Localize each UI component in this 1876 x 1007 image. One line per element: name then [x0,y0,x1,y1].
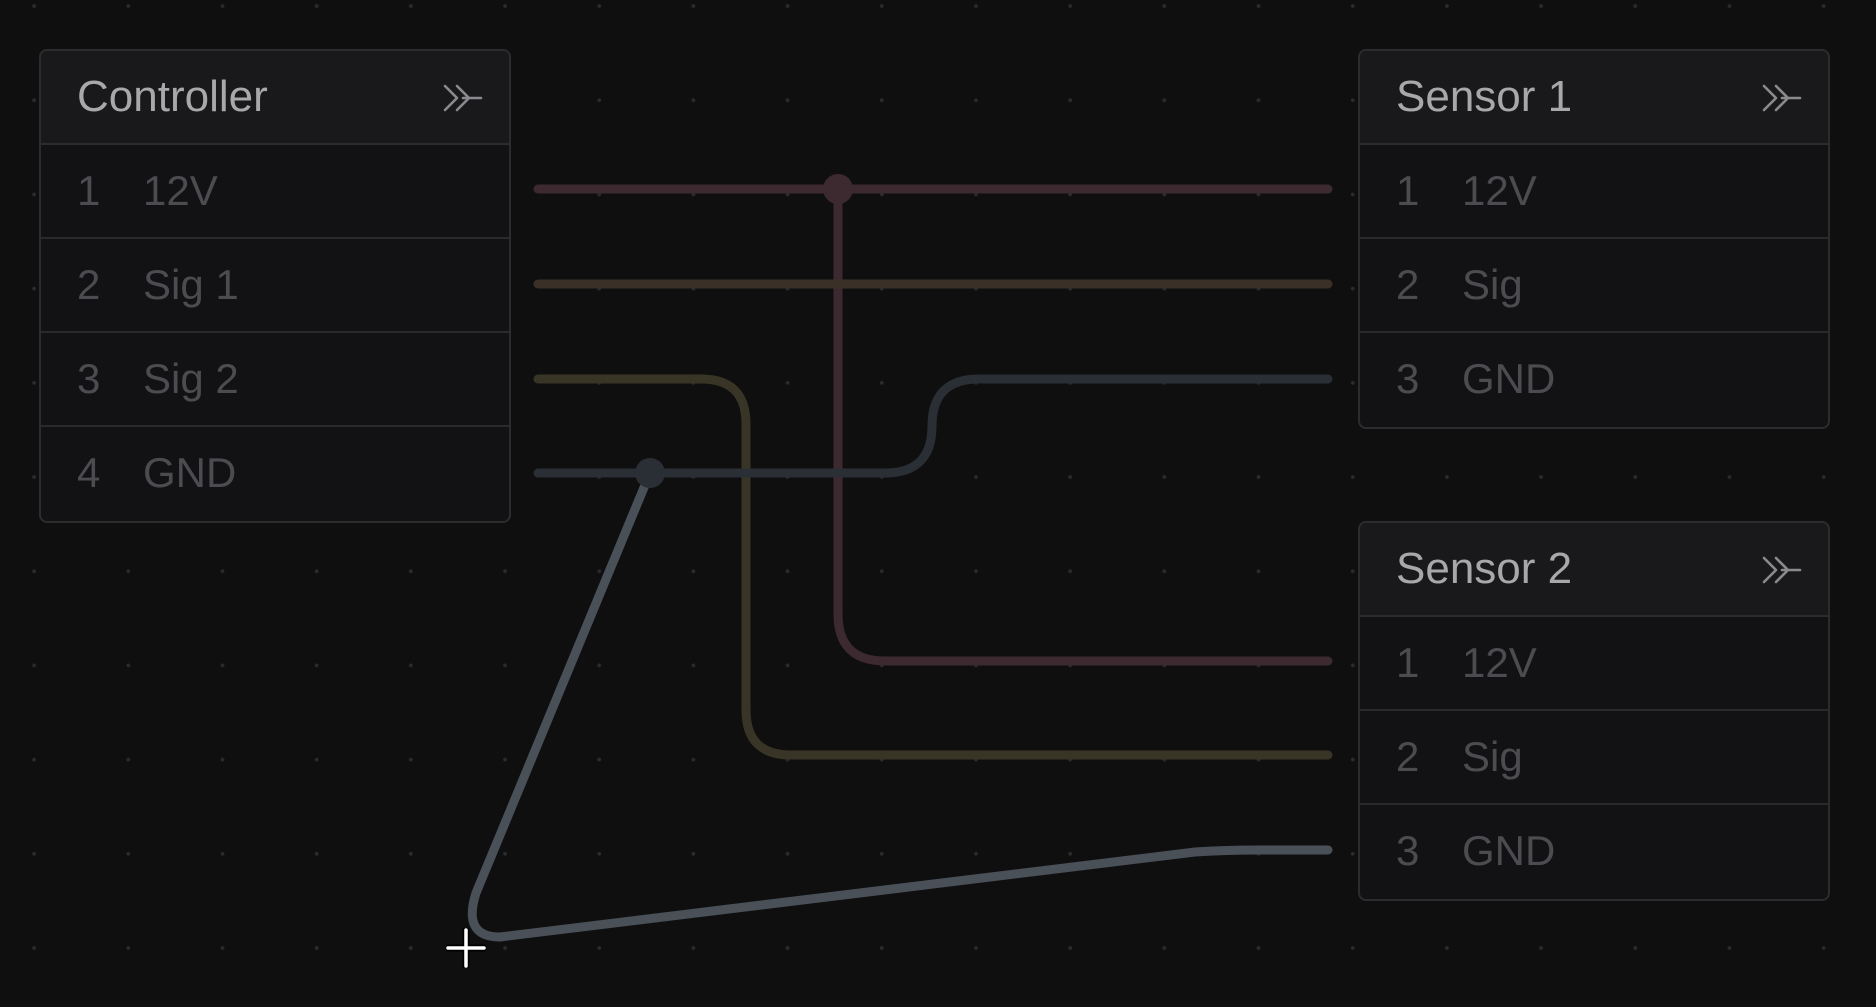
pin-row[interactable]: 2 Sig [1360,711,1828,805]
sensor-1-header[interactable]: Sensor 1 [1360,51,1828,145]
pin-number: 1 [1396,167,1420,214]
pin-row[interactable]: 4 GND [41,427,509,521]
pin-label: Sig 2 [143,355,239,402]
controller-header[interactable]: Controller [41,51,509,145]
wire-12v-sensor-2[interactable] [833,184,1333,666]
pin-number: 3 [1396,355,1420,402]
pin-number: 2 [1396,733,1420,780]
pin-number: 3 [1396,827,1420,874]
pin-row[interactable]: 2 Sig 1 [41,239,509,333]
pin-number: 2 [77,261,101,308]
pin-label: GND [1462,827,1556,874]
pin-row[interactable]: 3 GND [1360,805,1828,899]
sensor-2-node[interactable]: Sensor 2 1 12V 2 Sig 3 GND [1358,521,1830,901]
pin-label: Sig [1462,261,1523,308]
pin-number: 1 [77,167,101,214]
junction-dot-12v[interactable] [823,174,853,204]
pin-label: 12V [1462,639,1537,686]
pin-row[interactable]: 3 Sig 2 [41,333,509,427]
node-title: Sensor 2 [1396,544,1573,593]
crosshair-plus-icon [446,928,486,968]
pin-label: Sig [1462,733,1523,780]
double-chevron-right-icon[interactable] [1758,76,1802,120]
pin-label: 12V [1462,167,1537,214]
pin-row[interactable]: 2 Sig [1360,239,1828,333]
pin-row[interactable]: 1 12V [1360,145,1828,239]
pin-label: GND [1462,355,1556,402]
pin-number: 1 [1396,639,1420,686]
sensor-1-node[interactable]: Sensor 1 1 12V 2 Sig 3 GND [1358,49,1830,429]
node-title: Controller [77,72,268,121]
pin-label: 12V [143,167,218,214]
wire-gnd-sensor-1[interactable] [533,374,1333,478]
sensor-2-header[interactable]: Sensor 2 [1360,523,1828,617]
node-title: Sensor 1 [1396,72,1573,121]
pin-number: 4 [77,449,101,496]
pin-row[interactable]: 3 GND [1360,333,1828,427]
wire-gnd-sensor-2-dragging[interactable] [467,468,1333,942]
pin-number: 3 [77,355,101,402]
pin-row[interactable]: 1 12V [41,145,509,239]
pin-label: Sig 1 [143,261,239,308]
junction-dot-gnd[interactable] [635,458,665,488]
double-chevron-right-icon[interactable] [1758,548,1802,592]
pin-row[interactable]: 1 12V [1360,617,1828,711]
controller-node[interactable]: Controller 1 12V 2 Sig 1 3 Sig 2 4 GND [39,49,511,523]
double-chevron-right-icon[interactable] [439,76,483,120]
pin-number: 2 [1396,261,1420,308]
pin-label: GND [143,449,237,496]
